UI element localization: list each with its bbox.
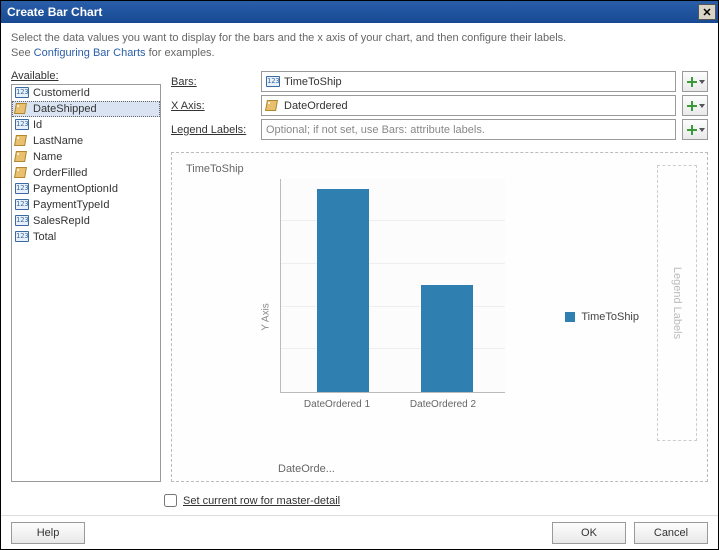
tag-icon [15,167,29,178]
list-item[interactable]: 123 PaymentTypeId [12,197,160,213]
button-bar: Help OK Cancel [1,515,718,549]
list-item[interactable]: 123 CustomerId [12,85,160,101]
y-axis-label: Y Axis [260,303,271,331]
intro-line1: Select the data values you want to displ… [11,32,566,44]
master-detail-checkbox[interactable] [164,494,177,507]
main-area: Available: 123 CustomerId DateShipped 123 Id… [1,66,718,482]
tag-icon [15,151,29,162]
list-item[interactable]: 123 PaymentOptionId [12,181,160,197]
chart-bar [317,189,369,391]
number-icon: 123 [15,87,29,98]
title-bar: Create Bar Chart ✕ [1,1,718,23]
chart-preview: TimeToShip Y Axis DateOrdered 1 DateOrde… [171,152,708,482]
close-button[interactable]: ✕ [698,4,716,20]
legend-swatch [565,312,575,322]
chevron-down-icon [699,104,705,108]
legend-placeholder: Optional; if not set, use Bars: attribut… [266,124,485,136]
list-item-label: DateShipped [33,103,97,115]
bars-row: Bars: 123 TimeToShip [171,70,708,94]
legend-add-button[interactable] [682,119,708,140]
number-icon: 123 [15,183,29,194]
list-item-label: PaymentOptionId [33,183,118,195]
intro-line2a: See [11,47,34,59]
x-axis-label: DateOrde... [278,463,335,475]
cancel-button[interactable]: Cancel [634,522,708,544]
x-tick-1: DateOrdered 1 [292,399,382,410]
list-item[interactable]: 123 SalesRepId [12,213,160,229]
xaxis-row: X Axis: DateOrdered [171,94,708,118]
list-item[interactable]: LastName [12,133,160,149]
intro-line2b: for examples. [146,47,215,59]
list-item-label: Id [33,119,42,131]
xaxis-value: DateOrdered [284,100,348,112]
tag-icon [266,100,280,111]
list-item-label: OrderFilled [33,167,87,179]
number-icon: 123 [15,119,29,130]
list-item-label: Total [33,231,56,243]
chevron-down-icon [699,128,705,132]
plus-icon [686,76,698,88]
number-icon: 123 [266,76,280,87]
plot-area [280,179,505,393]
list-item-label: LastName [33,135,83,147]
available-list[interactable]: 123 CustomerId DateShipped 123 Id LastName Nam… [11,84,161,482]
bars-field[interactable]: 123 TimeToShip [261,71,676,92]
chart-bar [421,285,473,392]
chart-title: TimeToShip [186,163,244,175]
legend-field[interactable]: Optional; if not set, use Bars: attribut… [261,119,676,140]
intro-text: Select the data values you want to displ… [1,23,718,66]
bars-add-button[interactable] [682,71,708,92]
legend-item-label: TimeToShip [581,311,639,323]
available-label: Available: [11,70,59,82]
legend-row: Legend Labels: Optional; if not set, use… [171,118,708,142]
legend-label: Legend Labels: [171,124,255,136]
bars-label: Bars: [171,76,255,88]
number-icon: 123 [15,215,29,226]
legend-labels-strip: Legend Labels [657,165,697,441]
master-detail-row: Set current row for master-detail [1,482,718,515]
bars-value: TimeToShip [284,76,342,88]
list-item[interactable]: 123 Id [12,117,160,133]
chart-legend: TimeToShip [565,311,639,323]
tag-icon [15,103,29,114]
number-icon: 123 [15,231,29,242]
ok-button[interactable]: OK [552,522,626,544]
plus-icon [686,100,698,112]
xaxis-add-button[interactable] [682,95,708,116]
list-item-label: PaymentTypeId [33,199,109,211]
close-icon: ✕ [702,6,711,19]
config-column: Bars: 123 TimeToShip X Axis: DateOrdered [171,70,708,482]
number-icon: 123 [15,199,29,210]
configuring-link[interactable]: Configuring Bar Charts [34,47,146,59]
list-item[interactable]: 123 Total [12,229,160,245]
plus-icon [686,124,698,136]
x-tick-2: DateOrdered 2 [398,399,488,410]
xaxis-field[interactable]: DateOrdered [261,95,676,116]
legend-labels-text: Legend Labels [671,267,683,339]
window-title: Create Bar Chart [7,5,102,19]
master-detail-label[interactable]: Set current row for master-detail [183,495,340,507]
list-item-label: Name [33,151,62,163]
list-item-label: CustomerId [33,87,90,99]
chevron-down-icon [699,80,705,84]
list-item-label: SalesRepId [33,215,90,227]
list-item[interactable]: OrderFilled [12,165,160,181]
xaxis-label: X Axis: [171,100,255,112]
list-item[interactable]: Name [12,149,160,165]
available-column: Available: 123 CustomerId DateShipped 123 Id… [11,70,161,482]
help-button[interactable]: Help [11,522,85,544]
list-item[interactable]: DateShipped [12,101,160,117]
tag-icon [15,135,29,146]
